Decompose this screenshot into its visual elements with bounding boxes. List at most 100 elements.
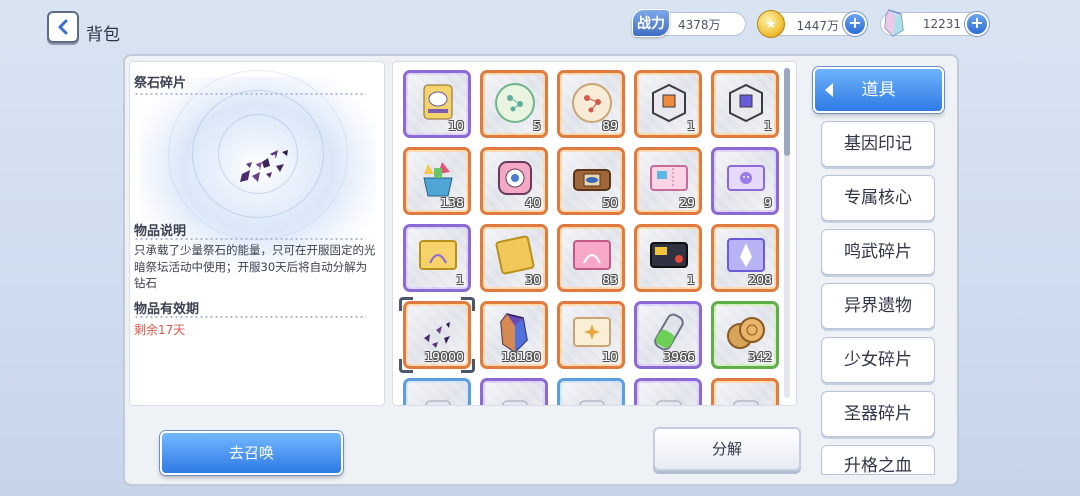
item-count: 1 <box>687 272 695 287</box>
crystal-icon <box>500 313 528 353</box>
inventory-item[interactable]: 5 <box>480 70 548 138</box>
inventory-item[interactable]: 18180 <box>480 301 548 369</box>
gem-display: 12231 + <box>880 9 989 37</box>
gem-value: 12231 <box>922 17 961 31</box>
item-count: 208 <box>748 272 772 287</box>
divider <box>134 238 366 240</box>
power-display: 战力 4378万 <box>632 9 746 37</box>
gold-value: 1447万 <box>796 19 839 33</box>
item-count: 89 <box>602 118 618 133</box>
selection-frame <box>399 297 475 373</box>
inventory-item[interactable]: 1 <box>711 70 779 138</box>
partial-item-icon <box>425 400 451 405</box>
dice-box-purple-icon <box>729 83 763 123</box>
expiry-value: 剩余17天 <box>134 323 186 337</box>
gift-basket-icon <box>423 162 453 197</box>
item-count: 9 <box>764 195 772 210</box>
inventory-item[interactable]: 1 <box>634 224 702 292</box>
gold-coin-icon: ★ <box>757 10 785 38</box>
star-card-icon <box>573 317 611 347</box>
inventory-item[interactable] <box>557 378 625 405</box>
split-button[interactable]: 分解 <box>653 427 801 471</box>
gold-card-icon <box>495 235 535 275</box>
item-count: 1 <box>456 272 464 287</box>
inventory-item[interactable]: 208 <box>711 224 779 292</box>
inventory-item[interactable]: 3966 <box>634 301 702 369</box>
pink-dna-card-icon <box>573 240 611 270</box>
item-count: 18180 <box>501 349 541 364</box>
inventory-item[interactable] <box>634 378 702 405</box>
tab-2[interactable]: 基因印记 <box>821 121 935 167</box>
inventory-item[interactable]: 342 <box>711 301 779 369</box>
divider <box>134 316 366 318</box>
tab-8[interactable]: 升格之血 <box>821 445 935 475</box>
partial-item-icon <box>733 400 759 405</box>
partial-item-icon <box>502 400 528 405</box>
item-count: 342 <box>748 349 772 364</box>
inventory-item[interactable]: 10 <box>403 70 471 138</box>
tab-5[interactable]: 异界遗物 <box>821 283 935 329</box>
item-count: 1 <box>764 118 772 133</box>
chevron-left-icon <box>58 19 68 35</box>
inventory-grid[interactable]: 10 5 89 1 1 138 40 50 29 9 1 30 83 1 208 19000 18180 10 39… <box>392 61 797 406</box>
item-count: 3966 <box>663 349 695 364</box>
ticket-icon <box>650 165 688 191</box>
item-count: 10 <box>602 349 618 364</box>
divider <box>134 93 366 95</box>
expiry-heading: 物品有效期 <box>134 302 200 317</box>
inventory-item[interactable]: 40 <box>480 147 548 215</box>
item-description: 只承载了少量祭石的能量，只可在开服固定的光暗祭坛活动中使用；开服30天后将自动分… <box>134 243 376 290</box>
add-gold-button[interactable]: + <box>843 12 867 36</box>
item-name: 祭石碎片 <box>134 76 187 91</box>
gold-dna-card-icon <box>419 240 457 270</box>
pink-device-icon <box>498 161 532 195</box>
scrollbar-thumb[interactable] <box>784 68 790 156</box>
inventory-item[interactable]: 138 <box>403 147 471 215</box>
inventory-item[interactable] <box>480 378 548 405</box>
chest-icon <box>573 169 611 191</box>
scroll-icon <box>423 84 453 120</box>
tab-4[interactable]: 鸣武碎片 <box>821 229 935 275</box>
inventory-item[interactable]: 89 <box>557 70 625 138</box>
inventory-item[interactable]: 30 <box>480 224 548 292</box>
inventory-item[interactable]: 1 <box>403 224 471 292</box>
power-badge: 战力 <box>632 9 670 37</box>
inventory-item[interactable]: 50 <box>557 147 625 215</box>
desc-heading: 物品说明 <box>134 224 187 239</box>
grid-scrollbar[interactable] <box>784 68 790 398</box>
gem-icon <box>884 9 904 37</box>
inventory-item[interactable] <box>711 378 779 405</box>
smile-ticket-icon <box>727 165 765 191</box>
item-count: 10 <box>448 118 464 133</box>
inventory-item[interactable]: 83 <box>557 224 625 292</box>
black-card-icon <box>650 242 688 268</box>
coin-stack-icon <box>727 317 765 349</box>
partial-item-icon <box>579 400 605 405</box>
back-button[interactable] <box>47 11 79 43</box>
inventory-item[interactable]: 1 <box>634 70 702 138</box>
inventory-item[interactable] <box>403 378 471 405</box>
partial-item-icon <box>656 400 682 405</box>
power-value: 4378万 <box>678 17 721 32</box>
inventory-item[interactable]: 29 <box>634 147 702 215</box>
item-count: 138 <box>440 195 464 210</box>
green-orb-icon <box>495 83 535 123</box>
inventory-item[interactable]: 9 <box>711 147 779 215</box>
item-count: 1 <box>687 118 695 133</box>
tab-1[interactable]: 道具 <box>813 67 944 113</box>
inventory-item[interactable]: 10 <box>557 301 625 369</box>
item-count: 40 <box>525 195 541 210</box>
shard-icon <box>240 150 288 182</box>
item-count: 50 <box>602 195 618 210</box>
tab-7[interactable]: 圣器碎片 <box>821 391 935 437</box>
pearl-orb-icon <box>572 83 612 123</box>
tab-6[interactable]: 少女碎片 <box>821 337 935 383</box>
rocket-card-icon <box>727 238 765 272</box>
item-count: 29 <box>679 195 695 210</box>
tab-3[interactable]: 专属核心 <box>821 175 935 221</box>
gold-display: ★ 1447万 + <box>757 10 867 38</box>
page-title: 背包 <box>86 25 120 45</box>
add-gem-button[interactable]: + <box>965 12 989 36</box>
summon-button[interactable]: 去召唤 <box>160 431 343 475</box>
green-vial-icon <box>654 313 684 351</box>
